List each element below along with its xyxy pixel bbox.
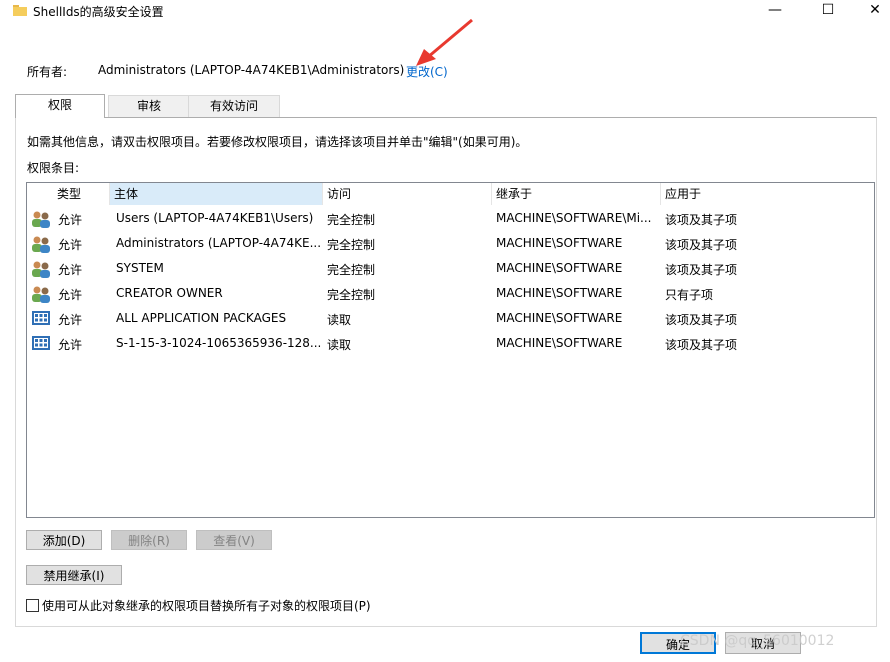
row-inherited-from: MACHINE\SOFTWARE [496,286,623,300]
row-type: 允许 [58,313,83,327]
column-header-access[interactable]: 访问 [323,183,492,205]
row-type: 允许 [58,338,83,352]
column-header-type[interactable]: 类型 [53,183,110,205]
row-inherited-from: MACHINE\SOFTWARE [496,236,623,250]
info-text: 如需其他信息，请双击权限项目。若要修改权限项目，请选择该项目并单击"编辑"(如果… [27,135,528,149]
row-access: 完全控制 [327,238,376,252]
row-access: 完全控制 [327,263,376,277]
tab-effective-access[interactable]: 有效访问 [188,95,280,117]
row-type: 允许 [58,213,83,227]
row-access: 完全控制 [327,213,376,227]
replace-child-permissions-checkbox[interactable] [26,599,39,612]
column-header-principal[interactable]: 主体 [110,183,323,205]
view-button[interactable]: 查看(V) [196,530,272,550]
row-principal: Administrators (LAPTOP-4A74KE... [116,236,321,250]
row-type: 允许 [58,238,83,252]
disable-inheritance-button[interactable]: 禁用继承(I) [26,565,122,585]
row-inherited-from: MACHINE\SOFTWARE\Mi... [496,211,652,225]
row-inherited-from: MACHINE\SOFTWARE [496,336,623,350]
close-button[interactable]: ✕ [852,0,890,22]
row-access: 读取 [327,338,352,352]
tab-permissions[interactable]: 权限 [15,94,105,118]
row-principal: SYSTEM [116,261,164,275]
row-applies-to: 该项及其子项 [665,338,738,352]
row-access: 读取 [327,313,352,327]
minimize-button[interactable]: — [752,0,798,22]
row-principal: CREATOR OWNER [116,286,223,300]
row-principal: ALL APPLICATION PACKAGES [116,311,287,325]
maximize-button[interactable]: ☐ [805,0,851,22]
watermark: CSDN @qq_56010012 [680,633,835,649]
table-row[interactable]: 允许 ALL APPLICATION PACKAGES 读取 MACHINE\S… [27,307,874,332]
users-icon [32,236,50,253]
users-icon [32,261,50,278]
row-inherited-from: MACHINE\SOFTWARE [496,311,623,325]
app-packages-icon [32,336,50,350]
row-applies-to: 该项及其子项 [665,238,738,252]
folder-icon [13,5,27,16]
change-owner-link[interactable]: 更改(C) [406,63,448,80]
column-header-inherited-from[interactable]: 继承于 [492,183,661,205]
tab-auditing[interactable]: 审核 [108,95,190,117]
users-icon [32,211,50,228]
add-button[interactable]: 添加(D) [26,530,102,550]
row-applies-to: 该项及其子项 [665,213,738,227]
row-applies-to: 只有子项 [665,288,714,302]
permission-entries-label: 权限条目: [27,161,80,175]
table-row[interactable]: 允许 Administrators (LAPTOP-4A74KE... 完全控制… [27,232,874,257]
title-bar: ShellIds的高级安全设置 — ☐ ✕ [0,0,890,22]
row-access: 完全控制 [327,288,376,302]
row-principal: S-1-15-3-1024-1065365936-128... [116,336,321,350]
table-row[interactable]: 允许 S-1-15-3-1024-1065365936-128... 读取 MA… [27,332,874,357]
row-type: 允许 [58,263,83,277]
row-applies-to: 该项及其子项 [665,263,738,277]
row-principal: Users (LAPTOP-4A74KEB1\Users) [116,211,314,225]
column-header-applies-to[interactable]: 应用于 [661,183,874,205]
app-packages-icon [32,311,50,325]
users-icon [32,286,50,303]
window-title: ShellIds的高级安全设置 [33,5,164,19]
replace-child-permissions-label: 使用可从此对象继承的权限项目替换所有子对象的权限项目(P) [42,599,371,613]
row-inherited-from: MACHINE\SOFTWARE [496,261,623,275]
table-row[interactable]: 允许 Users (LAPTOP-4A74KEB1\Users) 完全控制 MA… [27,207,874,232]
owner-label: 所有者: [27,65,68,79]
permission-entries-list[interactable]: 类型 主体 访问 继承于 应用于 允许 Users (LAPTOP-4A74KE… [26,182,875,518]
table-row[interactable]: 允许 SYSTEM 完全控制 MACHINE\SOFTWARE 该项及其子项 [27,257,874,282]
remove-button[interactable]: 删除(R) [111,530,187,550]
owner-value: Administrators (LAPTOP-4A74KEB1\Administ… [98,63,405,77]
row-type: 允许 [58,288,83,302]
row-applies-to: 该项及其子项 [665,313,738,327]
table-row[interactable]: 允许 CREATOR OWNER 完全控制 MACHINE\SOFTWARE 只… [27,282,874,307]
